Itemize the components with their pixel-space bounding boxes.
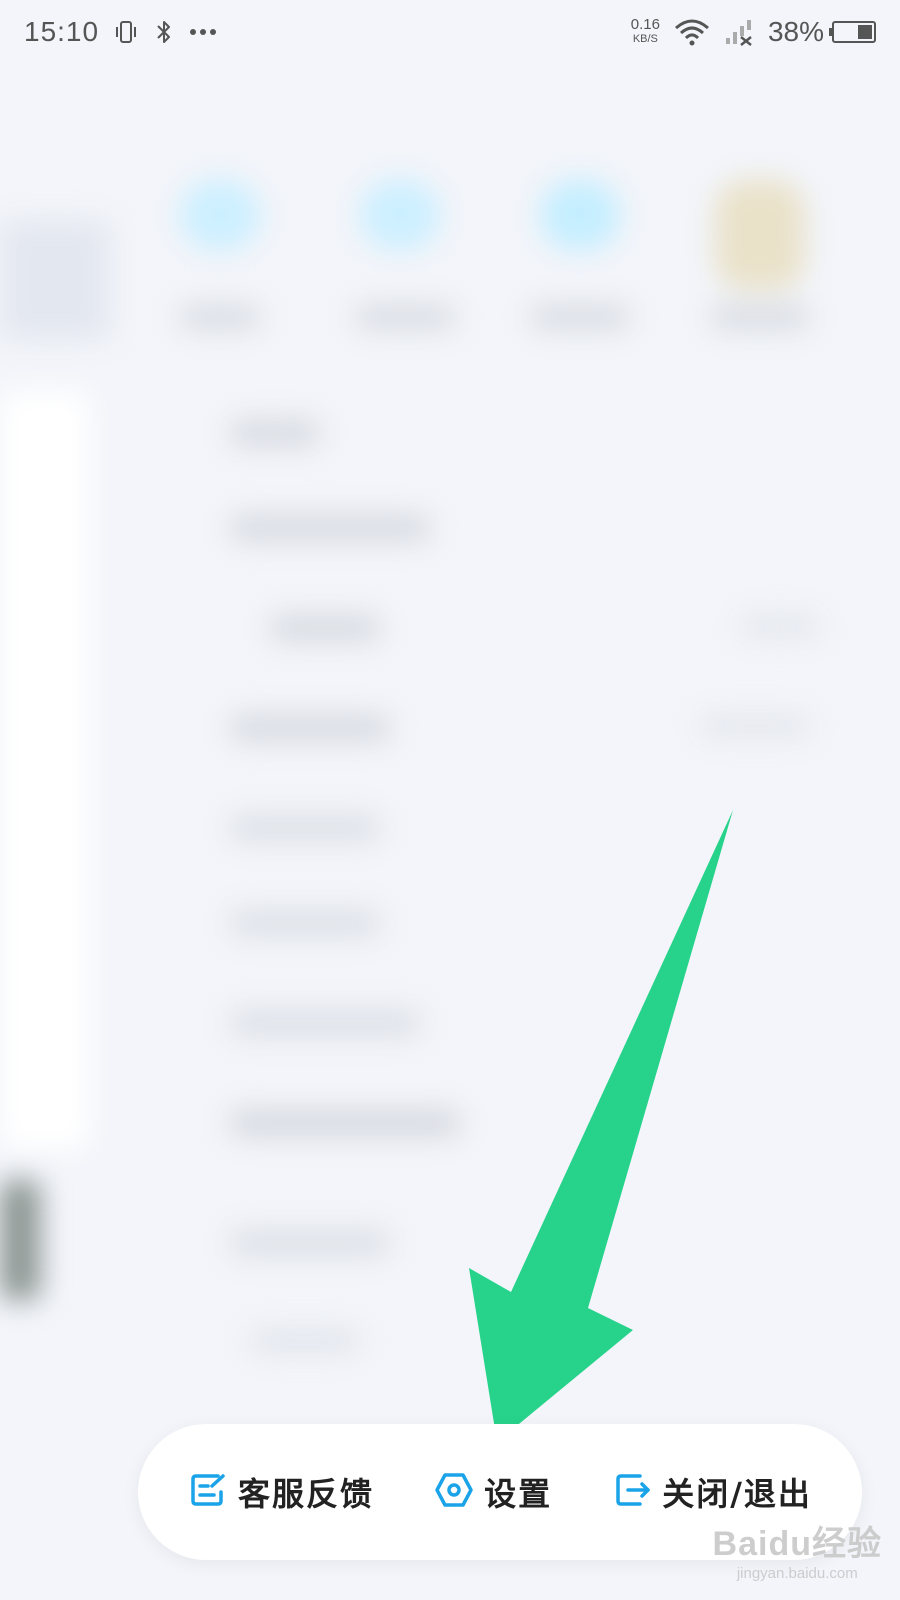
signal-no-service-icon xyxy=(724,18,754,46)
battery-percent: 38% xyxy=(767,16,824,47)
status-right: 0.16 KB/S 38% xyxy=(631,16,876,48)
wifi-icon xyxy=(674,18,710,46)
settings-button[interactable]: 设置 xyxy=(434,1469,552,1515)
exit-label: 关闭/退出 xyxy=(662,1475,812,1513)
network-speed-unit: KB/S xyxy=(632,33,658,45)
status-left: 15:10 xyxy=(24,16,217,48)
feedback-button[interactable]: 客服反馈 xyxy=(188,1469,374,1515)
vibrate-icon xyxy=(113,19,139,45)
watermark-brand: Baidu经验 xyxy=(712,1525,882,1563)
status-bar: 15:10 0.16 KB/S 38% xyxy=(0,0,900,64)
exit-icon xyxy=(612,1470,652,1514)
baidu-watermark: Baidu经验 jingyan.baidu.com xyxy=(713,1516,882,1582)
green-arrow-annotation xyxy=(469,810,733,1442)
settings-label: 设置 xyxy=(484,1475,553,1513)
status-time: 15:10 xyxy=(24,16,100,47)
more-dots-icon xyxy=(189,28,217,36)
feedback-label: 客服反馈 xyxy=(238,1475,375,1513)
network-speed: 0.16 KB/S xyxy=(630,16,660,46)
bluetooth-icon xyxy=(153,19,175,45)
settings-hexagon-icon xyxy=(434,1470,474,1514)
battery-icon xyxy=(829,21,876,43)
watermark-url: jingyan.baidu.com xyxy=(736,1565,858,1582)
feedback-edit-icon xyxy=(188,1470,228,1514)
arrow-shape xyxy=(469,810,733,1442)
blurred-background xyxy=(0,0,900,1600)
exit-button[interactable]: 关闭/退出 xyxy=(612,1469,812,1515)
network-speed-value: 0.16 xyxy=(630,16,660,33)
